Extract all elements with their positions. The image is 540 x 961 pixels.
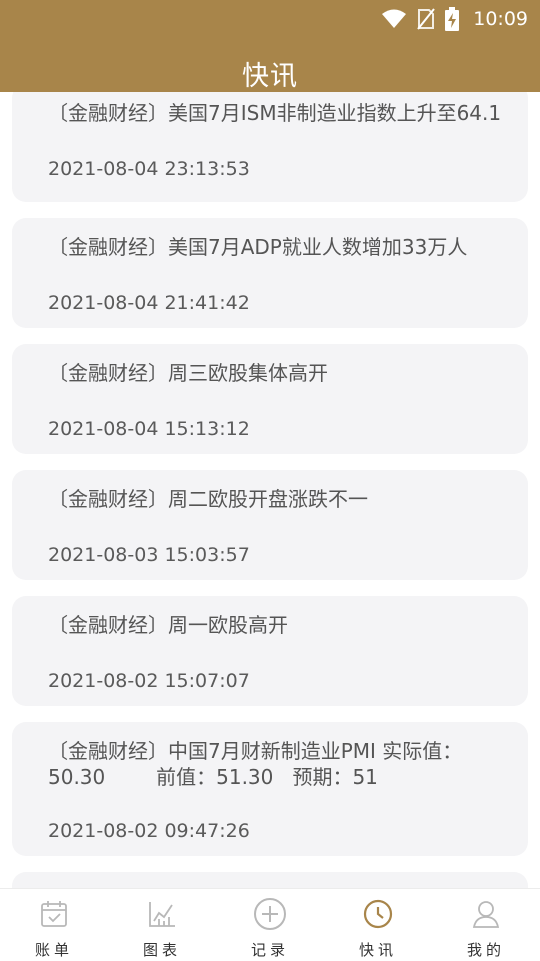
news-card[interactable]: 〔金融财经〕周二欧股开盘涨跌不一 2021-08-03 15:03:57 [12,470,528,580]
news-title: 〔金融财经〕周一欧股高开 [48,613,288,637]
news-card[interactable]: 〔金融财经〕周三欧股集体高开 2021-08-04 15:13:12 [12,344,528,454]
news-time: 2021-08-04 23:13:53 [48,158,250,180]
news-card-partial[interactable] [12,872,528,888]
news-time: 2021-08-03 15:03:57 [48,544,250,566]
wifi-icon [382,9,407,28]
tab-charts[interactable]: 图表 [108,889,216,961]
tab-label: 图表 [142,941,181,959]
app-header: 10:09 快讯 [0,0,540,92]
bottom-tab-bar: 账单 图表 记录 快讯 我的 [0,888,540,961]
news-title: 〔金融财经〕美国7月ADP就业人数增加33万人 [48,235,468,259]
news-title: 〔金融财经〕周二欧股开盘涨跌不一 [48,487,368,511]
tab-news[interactable]: 快讯 [324,889,432,961]
news-card[interactable]: 〔金融财经〕美国7月ISM非制造业指数上升至64.1 2021-08-04 23… [12,92,528,202]
news-time: 2021-08-04 21:41:42 [48,292,250,314]
user-icon [472,901,500,928]
status-time: 10:09 [473,8,528,30]
calendar-check-icon [41,901,67,927]
battery-charging-icon [445,7,460,31]
tab-label: 记录 [250,941,289,959]
tab-bills[interactable]: 账单 [0,889,108,961]
no-sim-icon [417,8,436,30]
tab-label: 账单 [34,941,73,959]
news-card[interactable]: 〔金融财经〕周一欧股高开 2021-08-02 15:07:07 [12,596,528,706]
status-bar: 10:09 [381,6,528,32]
news-time: 2021-08-02 15:07:07 [48,670,250,692]
news-title: 〔金融财经〕周三欧股集体高开 [48,361,328,385]
news-card[interactable]: 〔金融财经〕中国7月财新制造业PMI 实际值： 50.30 前值：51.30 预… [12,722,528,856]
news-time: 2021-08-04 15:13:12 [48,418,250,440]
chart-icon [149,902,175,927]
tab-label: 快讯 [358,941,397,959]
tab-label: 我的 [466,941,505,959]
tab-profile[interactable]: 我的 [432,889,540,961]
news-card[interactable]: 〔金融财经〕美国7月ADP就业人数增加33万人 2021-08-04 21:41… [12,218,528,328]
news-title: 〔金融财经〕中国7月财新制造业PMI 实际值： 50.30 前值：51.30 预… [48,739,463,789]
news-title: 〔金融财经〕美国7月ISM非制造业指数上升至64.1 [48,101,502,125]
clock-icon [363,899,393,929]
news-time: 2021-08-02 09:47:26 [48,820,250,842]
plus-circle-icon [254,898,286,930]
news-feed[interactable]: 〔金融财经〕美国7月ISM非制造业指数上升至64.1 2021-08-04 23… [0,92,540,888]
page-title: 快讯 [242,61,298,92]
tab-record[interactable]: 记录 [216,889,324,961]
